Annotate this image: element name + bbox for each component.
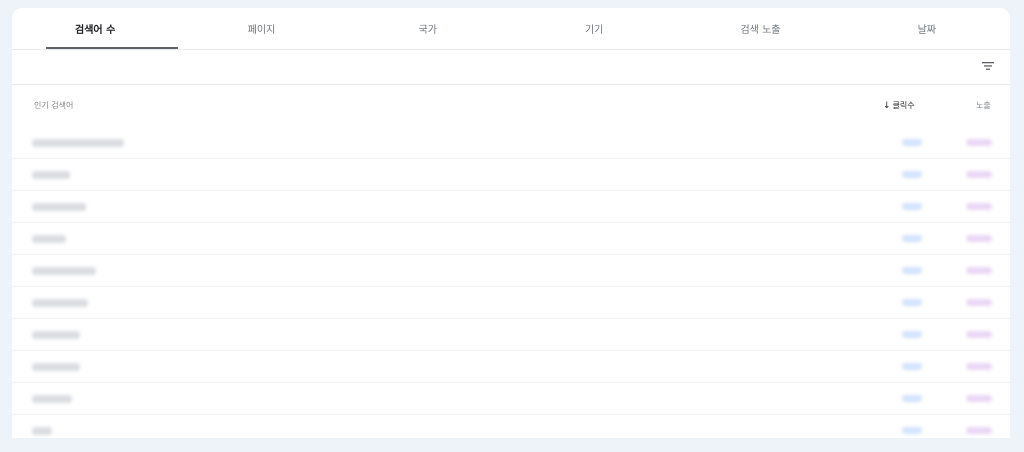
impressions-cell xyxy=(966,203,992,210)
impressions-cell xyxy=(966,395,992,402)
impressions-cell xyxy=(966,267,992,274)
table-row[interactable] xyxy=(12,191,1010,223)
clicks-cell xyxy=(902,427,922,434)
query-cell xyxy=(32,331,80,339)
query-cell xyxy=(32,395,72,403)
clicks-cell xyxy=(902,299,922,306)
tab-queries[interactable]: 검색어 수 xyxy=(12,8,179,49)
clicks-cell xyxy=(902,267,922,274)
impressions-cell xyxy=(966,363,992,370)
table-row[interactable] xyxy=(12,255,1010,287)
table-row[interactable] xyxy=(12,287,1010,319)
clicks-cell xyxy=(902,139,922,146)
column-header-impressions[interactable]: 노출 xyxy=(976,100,991,111)
column-header-clicks[interactable]: ↓ 클릭수 xyxy=(883,100,915,111)
impressions-cell xyxy=(966,299,992,306)
table-row[interactable] xyxy=(12,159,1010,191)
clicks-cell xyxy=(902,171,922,178)
filter-icon xyxy=(982,62,994,70)
table-row[interactable] xyxy=(12,127,1010,159)
column-header-top-queries: 인기 검색어 xyxy=(34,101,74,110)
query-cell xyxy=(32,171,70,179)
impressions-cell xyxy=(966,235,992,242)
query-cell xyxy=(32,139,124,147)
arrow-down-icon: ↓ xyxy=(883,101,891,111)
table-row[interactable] xyxy=(12,351,1010,383)
query-cell xyxy=(32,299,88,307)
query-table-body xyxy=(12,127,1010,438)
table-row[interactable] xyxy=(12,415,1010,438)
clicks-header-label: 클릭수 xyxy=(892,101,915,110)
clicks-cell xyxy=(902,235,922,242)
clicks-cell xyxy=(902,395,922,402)
tab-search-appearance[interactable]: 검색 노출 xyxy=(677,8,843,49)
clicks-cell xyxy=(902,363,922,370)
dimension-tabs: 검색어 수 페이지 국가 기기 검색 노출 날짜 xyxy=(12,8,1010,49)
query-cell xyxy=(32,267,96,275)
tab-dates[interactable]: 날짜 xyxy=(844,8,1010,49)
clicks-cell xyxy=(902,203,922,210)
tabs-divider xyxy=(12,49,1010,50)
impressions-cell xyxy=(966,427,992,434)
table-row[interactable] xyxy=(12,383,1010,415)
tab-devices[interactable]: 기기 xyxy=(511,8,677,49)
tab-countries[interactable]: 국가 xyxy=(345,8,511,49)
toolbar-divider xyxy=(12,84,1010,85)
query-cell xyxy=(32,363,80,371)
table-row[interactable] xyxy=(12,223,1010,255)
query-cell xyxy=(32,235,66,243)
query-cell xyxy=(32,203,86,211)
clicks-cell xyxy=(902,331,922,338)
filter-rows-button[interactable] xyxy=(978,56,998,76)
performance-card: 검색어 수 페이지 국가 기기 검색 노출 날짜 인기 검색어 ↓ 클릭수 노출 xyxy=(12,8,1010,438)
impressions-cell xyxy=(966,139,992,146)
tab-pages[interactable]: 페이지 xyxy=(178,8,344,49)
table-row[interactable] xyxy=(12,319,1010,351)
query-cell xyxy=(32,427,52,435)
impressions-cell xyxy=(966,331,992,338)
impressions-cell xyxy=(966,171,992,178)
